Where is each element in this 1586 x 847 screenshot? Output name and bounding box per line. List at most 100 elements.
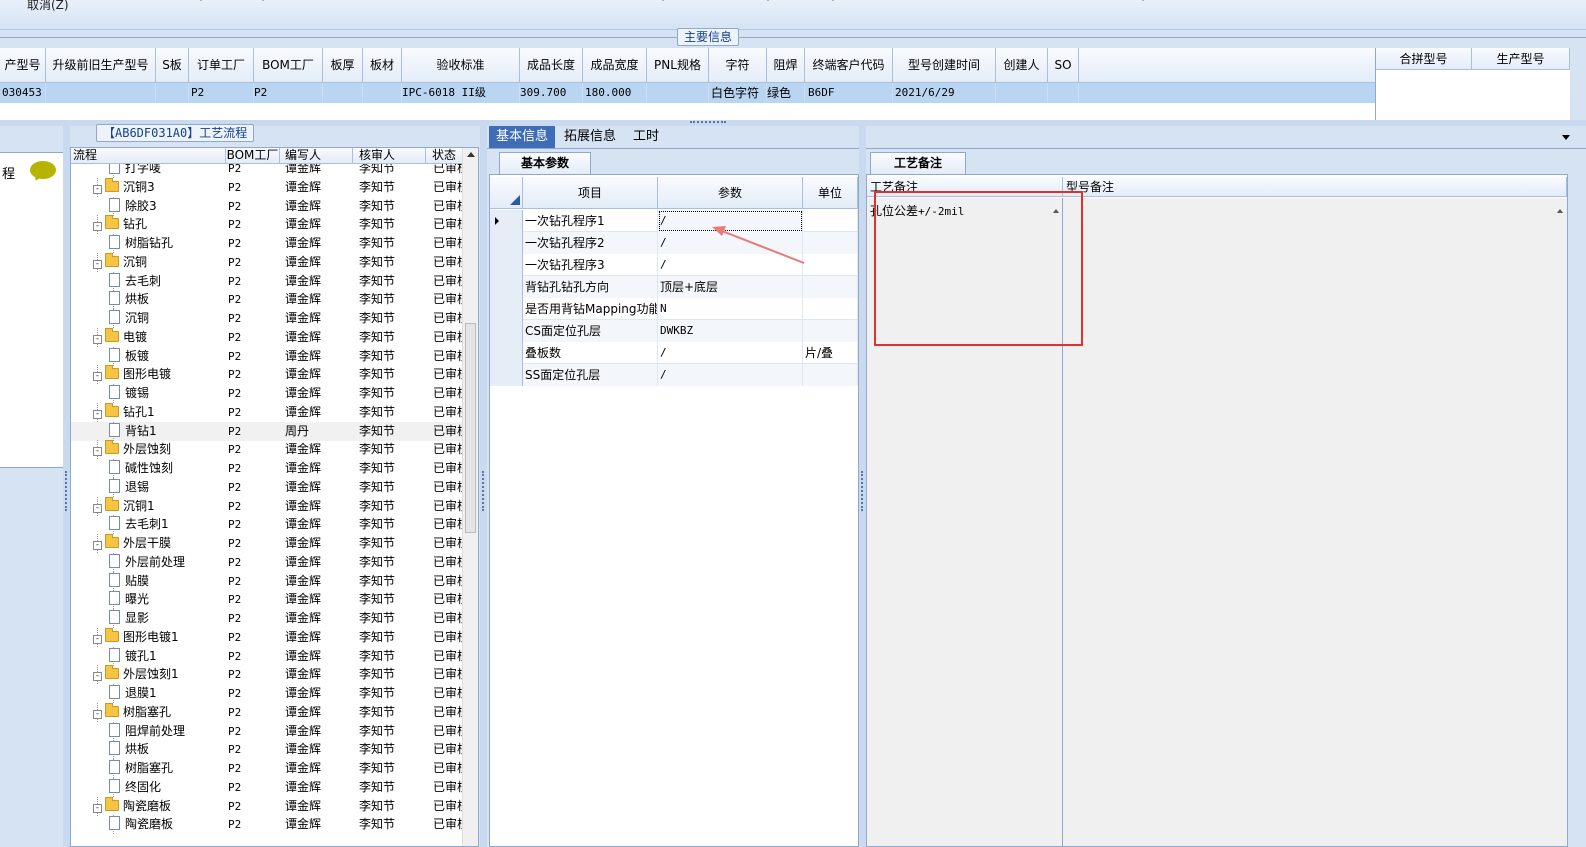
collapse-icon[interactable]: - (93, 259, 102, 269)
reviewer-cell[interactable]: 李知节 (359, 290, 426, 309)
col-header[interactable]: 流程 (71, 148, 226, 164)
reviewer-cell[interactable]: 李知节 (359, 609, 426, 628)
author-cell[interactable]: 谭金辉 (285, 759, 353, 778)
table-row[interactable]: - 沉铜1 P2 谭金辉李知节已审核 (71, 496, 464, 516)
reviewer-cell[interactable]: 李知节 (359, 384, 426, 403)
bom-factory-cell[interactable]: P2 (228, 778, 280, 797)
author-cell[interactable]: 谭金辉 (285, 309, 353, 328)
author-cell[interactable]: 谭金辉 (285, 572, 353, 591)
table-row[interactable]: 陶瓷磨板 P2 谭金辉李知节已审核 (71, 815, 464, 835)
status-cell[interactable]: 已审核 (433, 628, 464, 647)
status-cell[interactable]: 已审核 (433, 478, 464, 497)
reviewer-cell[interactable]: 李知节 (359, 309, 426, 328)
status-cell[interactable]: 已审核 (433, 815, 464, 834)
table-row[interactable]: 背钻孔钻孔方向 顶层+底层 (490, 276, 858, 298)
author-cell[interactable]: 谭金辉 (285, 328, 353, 347)
process-name-cell[interactable]: 板镀 (109, 347, 226, 366)
col-header[interactable]: 型号备注 (1063, 177, 1567, 197)
author-cell[interactable]: 谭金辉 (285, 609, 353, 628)
reviewer-cell[interactable]: 李知节 (359, 740, 426, 759)
reviewer-cell[interactable]: 李知节 (359, 665, 426, 684)
reviewer-cell[interactable]: 李知节 (359, 272, 426, 291)
status-cell[interactable]: 已审核 (433, 572, 464, 591)
author-cell[interactable]: 谭金辉 (285, 272, 353, 291)
tree-scrollbar[interactable] (462, 148, 478, 846)
status-cell[interactable]: 已审核 (433, 403, 464, 422)
silkscreen-cell[interactable]: 白色字符 (709, 83, 767, 103)
process-name-cell[interactable]: 去毛刺 (109, 272, 226, 291)
reviewer-cell[interactable]: 李知节 (359, 328, 426, 347)
status-cell[interactable]: 已审核 (433, 234, 464, 253)
material-cell[interactable] (363, 83, 402, 103)
process-name-cell[interactable]: - 图形电镀1 (93, 627, 226, 647)
reviewer-cell[interactable]: 李知节 (359, 497, 426, 516)
status-cell[interactable]: 已审核 (433, 534, 464, 553)
status-cell[interactable]: 已审核 (433, 740, 464, 759)
status-cell[interactable]: 已审核 (433, 684, 464, 703)
status-cell[interactable]: 已审核 (433, 778, 464, 797)
author-cell[interactable]: 谭金辉 (285, 797, 353, 816)
table-row[interactable]: 终固化 P2 谭金辉李知节已审核 (71, 777, 464, 797)
param-unit-cell[interactable] (803, 364, 858, 386)
process-name-cell[interactable]: - 外层干膜 (93, 534, 226, 553)
author-cell[interactable]: 谭金辉 (285, 347, 353, 366)
status-cell[interactable]: 已审核 (433, 553, 464, 572)
reviewer-cell[interactable]: 李知节 (359, 178, 426, 197)
status-cell[interactable]: 已审核 (433, 440, 464, 459)
process-name-cell[interactable]: - 外层蚀刻1 (93, 665, 226, 684)
row-indicator[interactable] (490, 342, 523, 364)
bom-factory-cell[interactable]: P2 (228, 703, 280, 722)
author-cell[interactable]: 谭金辉 (285, 515, 353, 534)
author-cell[interactable]: 谭金辉 (285, 384, 353, 403)
collapse-icon[interactable]: - (93, 634, 102, 644)
tab-process-notes[interactable]: 工艺备注 (870, 152, 966, 174)
table-row[interactable]: 外层前处理 P2 谭金辉李知节已审核 (71, 552, 464, 572)
table-row[interactable]: 沉铜 P2 谭金辉李知节已审核 (71, 309, 464, 328)
table-row[interactable]: - 陶瓷磨板 P2 谭金辉李知节已审核 (71, 796, 464, 816)
s-board-cell[interactable] (156, 83, 189, 103)
col-header[interactable]: SO (1048, 48, 1079, 83)
param-unit-cell[interactable] (803, 276, 858, 298)
process-name-cell[interactable]: 碱性蚀刻 (109, 459, 226, 478)
param-item-cell[interactable]: 叠板数 (523, 342, 658, 364)
author-cell[interactable]: 周丹 (285, 422, 353, 441)
acceptance-standard-cell[interactable]: IPC-6018 II级 (402, 83, 520, 103)
author-cell[interactable]: 谭金辉 (285, 684, 353, 703)
solder-mask-cell[interactable]: 绿色 (767, 83, 805, 103)
col-header[interactable]: 生产型号 (1472, 48, 1570, 70)
process-name-cell[interactable]: 镀孔1 (109, 647, 226, 666)
vertical-splitter[interactable] (480, 126, 487, 847)
so-cell[interactable] (1048, 83, 1079, 103)
col-header[interactable]: 创建人 (996, 48, 1048, 83)
process-name-cell[interactable]: 背钻1 (109, 422, 226, 441)
process-name-cell[interactable]: - 电镀 (93, 327, 226, 347)
create-time-cell[interactable]: 2021/6/29 (893, 83, 996, 103)
row-indicator[interactable] (490, 364, 523, 386)
status-cell[interactable]: 已审核 (433, 759, 464, 778)
param-item-cell[interactable]: 背钻孔钻孔方向 (523, 276, 658, 298)
bom-factory-cell[interactable]: P2 (228, 403, 280, 422)
table-row[interactable]: 去毛刺1 P2 谭金辉李知节已审核 (71, 515, 464, 535)
process-name-cell[interactable]: 树脂钻孔 (109, 234, 226, 253)
author-cell[interactable]: 谭金辉 (285, 440, 353, 459)
author-cell[interactable]: 谭金辉 (285, 703, 353, 722)
process-name-cell[interactable]: 陶瓷磨板 (109, 815, 226, 834)
table-row[interactable]: 树脂钻孔 P2 谭金辉李知节已审核 (71, 234, 464, 253)
status-cell[interactable]: 已审核 (433, 797, 464, 816)
collapse-icon[interactable]: - (93, 447, 102, 457)
bom-factory-cell[interactable]: P2 (228, 497, 280, 516)
author-cell[interactable]: 谭金辉 (285, 534, 353, 553)
bom-factory-cell[interactable]: P2 (228, 328, 280, 347)
collapse-icon[interactable]: - (93, 709, 102, 719)
vertical-splitter[interactable] (859, 126, 866, 847)
reviewer-cell[interactable]: 李知节 (359, 347, 426, 366)
process-name-cell[interactable]: 外层前处理 (109, 553, 226, 572)
table-row[interactable]: - 沉铜3 P2 谭金辉李知节已审核 (71, 177, 464, 197)
table-row[interactable]: - 钻孔1 P2 谭金辉李知节已审核 (71, 402, 464, 422)
reviewer-cell[interactable]: 李知节 (359, 797, 426, 816)
chevron-down-icon[interactable] (1562, 135, 1570, 140)
table-row[interactable]: - 钻孔 P2 谭金辉李知节已审核 (71, 215, 464, 235)
table-row[interactable]: 镀锡 P2 谭金辉李知节已审核 (71, 384, 464, 403)
process-name-cell[interactable]: 树脂塞孔 (109, 759, 226, 778)
bom-factory-cell[interactable]: P2 (228, 665, 280, 684)
